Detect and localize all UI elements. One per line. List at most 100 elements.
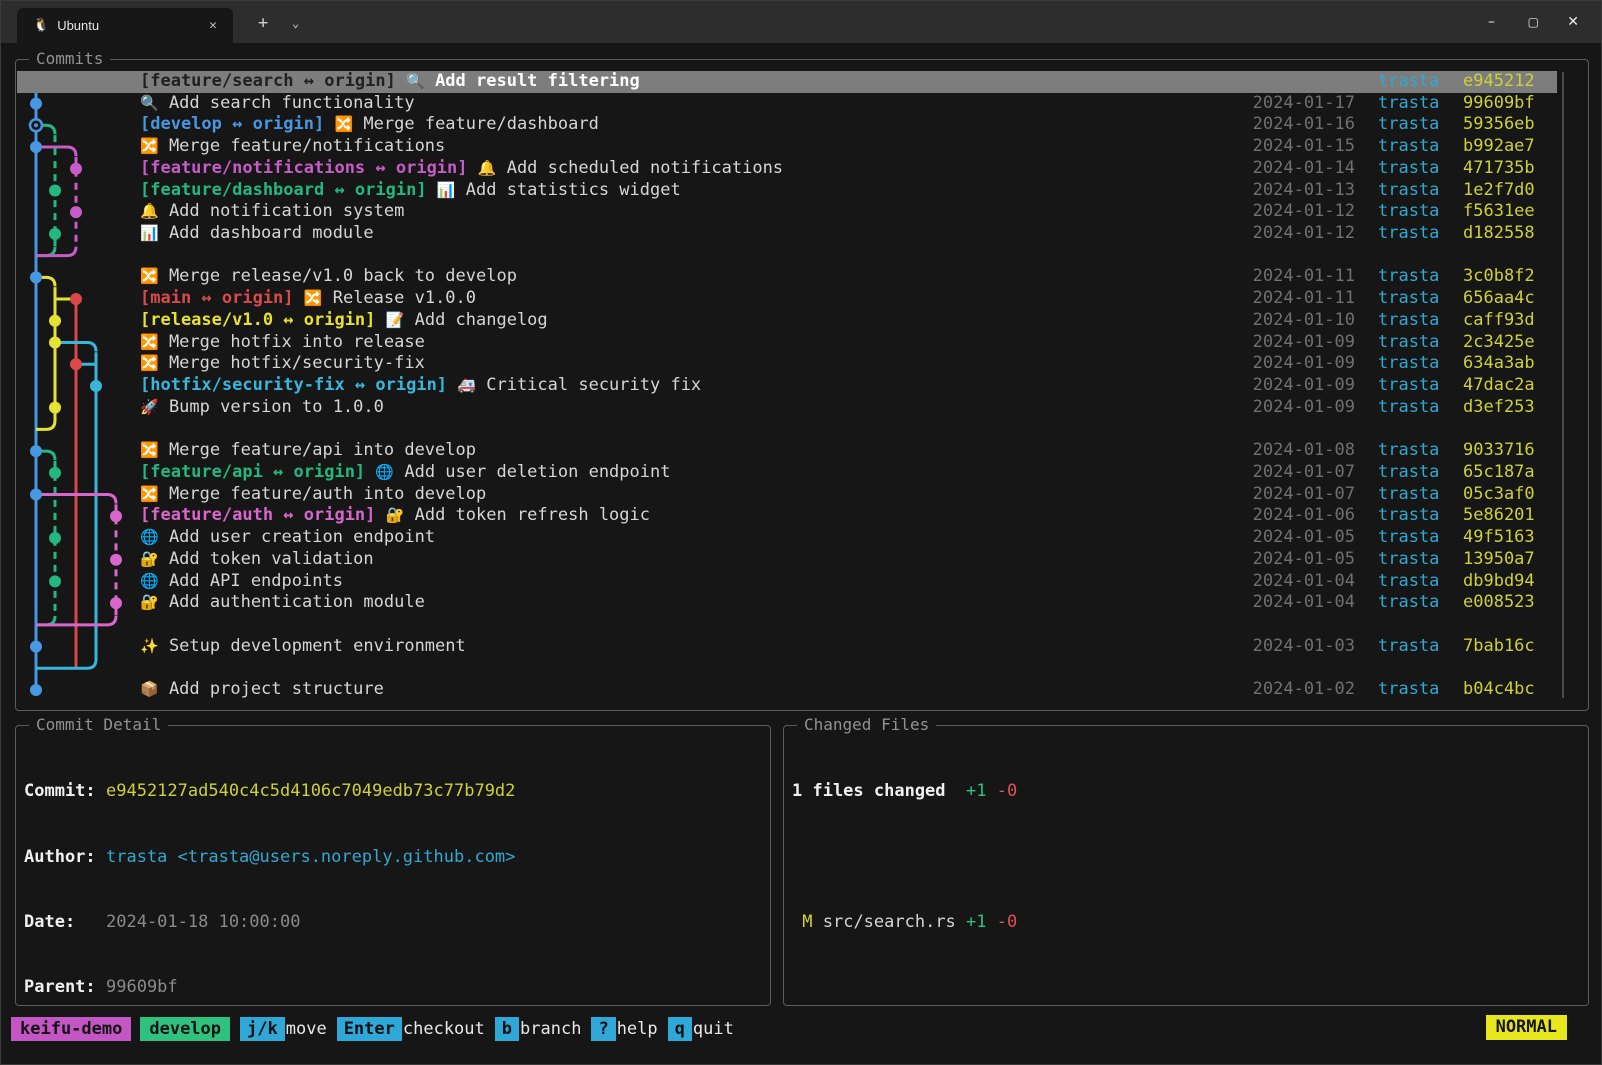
- commit-row[interactable]: 🔐 Add authentication module2024-01-04tra…: [17, 592, 1557, 614]
- commit-row[interactable]: [feature/notifications ↔ origin] 🔔 Add s…: [17, 158, 1557, 180]
- commit-author: trasta: [1378, 505, 1448, 527]
- commit-list: [feature/search ↔ origin] 🔍 Add result f…: [17, 71, 1557, 701]
- commit-row[interactable]: 🔍 Add search functionality2024-01-17tras…: [17, 93, 1557, 115]
- commits-scrollbar[interactable]: [1562, 72, 1564, 698]
- commit-date: 2024-01-10: [1245, 310, 1355, 332]
- commit-type-icon: 🔍: [140, 94, 159, 112]
- commit-row[interactable]: 🔀 Merge feature/api into develop2024-01-…: [17, 440, 1557, 462]
- branch-label: [develop ↔ origin]: [140, 114, 324, 134]
- commit-message-text: Merge feature/notifications: [169, 136, 445, 156]
- commit-type-icon: 📊: [140, 224, 159, 242]
- commit-label: Commit:: [24, 781, 106, 803]
- commit-row[interactable]: 🔔 Add notification system2024-01-12trast…: [17, 201, 1557, 223]
- commit-row[interactable]: [hotfix/security-fix ↔ origin] 🚑 Critica…: [17, 375, 1557, 397]
- commit-type-icon: 🌐: [375, 463, 394, 481]
- date-value: 2024-01-18 10:00:00: [106, 912, 300, 932]
- commit-row[interactable]: 🌐 Add API endpoints2024-01-04trastadb9bd…: [17, 571, 1557, 593]
- commit-row[interactable]: 🚀 Bump version to 1.0.02024-01-09trastad…: [17, 397, 1557, 419]
- commit-date: 2024-01-06: [1245, 505, 1355, 527]
- minimize-button[interactable]: –: [1478, 1, 1505, 43]
- commit-message-text: Bump version to 1.0.0: [169, 397, 384, 417]
- keybind-key: j/k: [240, 1017, 285, 1041]
- commit-row[interactable]: [feature/dashboard ↔ origin] 📊 Add stati…: [17, 180, 1557, 202]
- commit-message-text: Add search functionality: [169, 93, 415, 113]
- tab-dropdown-icon[interactable]: ⌄: [284, 14, 307, 32]
- commit-message: 🔀 Merge feature/auth into develop: [140, 484, 1245, 506]
- commit-type-icon: 🔀: [140, 354, 159, 372]
- tab-bar: 🐧 Ubuntu ✕ + ⌄ – ▢ ✕: [1, 1, 1601, 43]
- commit-hash: 59356eb: [1463, 114, 1545, 136]
- commit-hash: e945212: [1463, 71, 1545, 93]
- commit-row[interactable]: 🔀 Merge hotfix into release2024-01-09tra…: [17, 332, 1557, 354]
- tab-ubuntu[interactable]: 🐧 Ubuntu ✕: [17, 8, 233, 43]
- summary-deletions: -0: [997, 781, 1017, 801]
- keybind-label: checkout: [403, 1019, 485, 1039]
- commit-hash: e008523: [1463, 592, 1545, 614]
- commit-author: trasta: [1378, 571, 1448, 593]
- commit-message: [hotfix/security-fix ↔ origin] 🚑 Critica…: [140, 375, 1245, 397]
- commit-author: trasta: [1378, 549, 1448, 571]
- commits-panel-title: Commits: [29, 49, 110, 69]
- commit-date: 2024-01-09: [1245, 353, 1355, 375]
- commit-message: [release/v1.0 ↔ origin] 📝 Add changelog: [140, 310, 1245, 332]
- commit-author: trasta: [1378, 180, 1448, 202]
- commit-row[interactable]: ✨ Setup development environment2024-01-0…: [17, 636, 1557, 658]
- commit-hash: 49f5163: [1463, 527, 1545, 549]
- date-label: Date:: [24, 912, 106, 934]
- commit-date: 2024-01-14: [1245, 158, 1355, 180]
- commit-author: trasta: [1378, 288, 1448, 310]
- branch-label: [hotfix/security-fix ↔ origin]: [140, 375, 447, 395]
- keybind-key: ?: [591, 1017, 615, 1041]
- commit-row[interactable]: 🌐 Add user creation endpoint2024-01-05tr…: [17, 527, 1557, 549]
- commit-type-icon: 🔐: [140, 550, 159, 568]
- commit-type-icon: 🌐: [140, 528, 159, 546]
- commit-message: [feature/auth ↔ origin] 🔐 Add token refr…: [140, 505, 1245, 527]
- commit-hash: caff93d: [1463, 310, 1545, 332]
- commit-row-spacer: [17, 614, 1557, 636]
- commit-date: 2024-01-08: [1245, 440, 1355, 462]
- commit-row[interactable]: 🔐 Add token validation2024-01-05trasta13…: [17, 549, 1557, 571]
- commit-message-text: Add dashboard module: [169, 223, 374, 243]
- commit-hash: 656aa4c: [1463, 288, 1545, 310]
- commit-row[interactable]: 📊 Add dashboard module2024-01-12trastad1…: [17, 223, 1557, 245]
- tab-close-icon[interactable]: ✕: [203, 16, 223, 35]
- commit-row[interactable]: [develop ↔ origin] 🔀 Merge feature/dashb…: [17, 114, 1557, 136]
- commit-date: 2024-01-05: [1245, 549, 1355, 571]
- changed-file-row[interactable]: M src/search.rs +1 -0: [792, 912, 1580, 934]
- commit-date: 2024-01-09: [1245, 332, 1355, 354]
- commit-date: 2024-01-04: [1245, 571, 1355, 593]
- commit-row[interactable]: [release/v1.0 ↔ origin] 📝 Add changelog2…: [17, 310, 1557, 332]
- commit-row[interactable]: [feature/api ↔ origin] 🌐 Add user deleti…: [17, 462, 1557, 484]
- commit-message-text: Merge feature/api into develop: [169, 440, 476, 460]
- commit-detail-title: Commit Detail: [29, 715, 168, 735]
- files-changed-summary: 1 files changed: [792, 781, 946, 801]
- commit-row[interactable]: 🔀 Merge release/v1.0 back to develop2024…: [17, 266, 1557, 288]
- branch-label: [feature/notifications ↔ origin]: [140, 158, 468, 178]
- commit-message: ✨ Setup development environment: [140, 636, 1245, 658]
- maximize-button[interactable]: ▢: [1518, 1, 1549, 43]
- commit-row[interactable]: 📦 Add project structure2024-01-02trastab…: [17, 679, 1557, 701]
- commit-message: 🔀 Merge hotfix/security-fix: [140, 353, 1245, 375]
- commit-row[interactable]: 🔀 Merge hotfix/security-fix2024-01-09tra…: [17, 353, 1557, 375]
- commit-date: 2024-01-09: [1245, 375, 1355, 397]
- commit-message-text: Add authentication module: [169, 592, 425, 612]
- commit-message: 🔀 Merge hotfix into release: [140, 332, 1245, 354]
- file-status: M: [792, 912, 812, 932]
- commit-row[interactable]: 🔀 Merge feature/auth into develop2024-01…: [17, 484, 1557, 506]
- commit-message-text: Setup development environment: [169, 636, 466, 656]
- close-button[interactable]: ✕: [1557, 1, 1589, 43]
- commit-message-text: Add notification system: [169, 201, 404, 221]
- commit-row[interactable]: [feature/search ↔ origin] 🔍 Add result f…: [17, 71, 1557, 93]
- commit-date: 2024-01-07: [1245, 484, 1355, 506]
- commit-row[interactable]: 🔀 Merge feature/notifications2024-01-15t…: [17, 136, 1557, 158]
- commit-row[interactable]: [main ↔ origin] 🔀 Release v1.0.02024-01-…: [17, 288, 1557, 310]
- commit-date: 2024-01-11: [1245, 288, 1355, 310]
- commit-hash: d3ef253: [1463, 397, 1545, 419]
- commit-date: 2024-01-07: [1245, 462, 1355, 484]
- commit-message-text: Critical security fix: [486, 375, 701, 395]
- commit-hash: d182558: [1463, 223, 1545, 245]
- mode-badge: NORMAL: [1486, 1015, 1567, 1040]
- commit-row[interactable]: [feature/auth ↔ origin] 🔐 Add token refr…: [17, 505, 1557, 527]
- commit-message: 🌐 Add API endpoints: [140, 571, 1245, 593]
- new-tab-button[interactable]: +: [249, 11, 277, 35]
